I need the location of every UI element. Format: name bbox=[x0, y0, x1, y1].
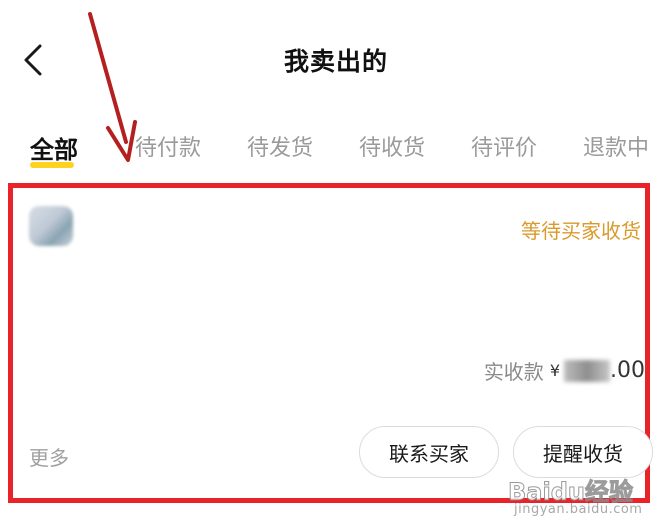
masked-amount bbox=[564, 359, 610, 382]
watermark-url: jingyan.baidu.com bbox=[514, 502, 643, 517]
amount-label: 实收款 bbox=[483, 360, 544, 384]
amount-decimal: .00 bbox=[610, 358, 645, 383]
more-link[interactable]: 更多 bbox=[29, 442, 69, 471]
status-badge: 等待买家收货 bbox=[521, 219, 641, 243]
tab-all[interactable]: 全部 bbox=[30, 130, 78, 165]
avatar[interactable] bbox=[29, 206, 73, 246]
amount-row: 实收款 ¥ .00 bbox=[484, 356, 645, 386]
active-tab-indicator bbox=[30, 162, 74, 168]
tab-bar: 全部 待付款 待发货 待收货 待评价 退款中 bbox=[0, 130, 672, 170]
baidu-watermark: Baidu经验 jingyan.baidu.com bbox=[508, 472, 658, 524]
currency-symbol: ¥ bbox=[549, 361, 560, 380]
page-title: 我卖出的 bbox=[283, 47, 388, 76]
order-card[interactable]: 等待买家收货 实收款 ¥ .00 更多 联系买家 提醒收货 bbox=[8, 183, 653, 503]
tab-pending-payment[interactable]: 待付款 bbox=[135, 130, 201, 162]
tab-pending-receipt[interactable]: 待收货 bbox=[359, 130, 425, 162]
tab-pending-shipment[interactable]: 待发货 bbox=[247, 130, 313, 162]
remind-receipt-button[interactable]: 提醒收货 bbox=[513, 426, 653, 478]
tab-pending-review[interactable]: 待评价 bbox=[471, 130, 537, 162]
contact-buyer-button[interactable]: 联系买家 bbox=[359, 426, 499, 478]
tab-refunding[interactable]: 退款中 bbox=[583, 130, 649, 162]
